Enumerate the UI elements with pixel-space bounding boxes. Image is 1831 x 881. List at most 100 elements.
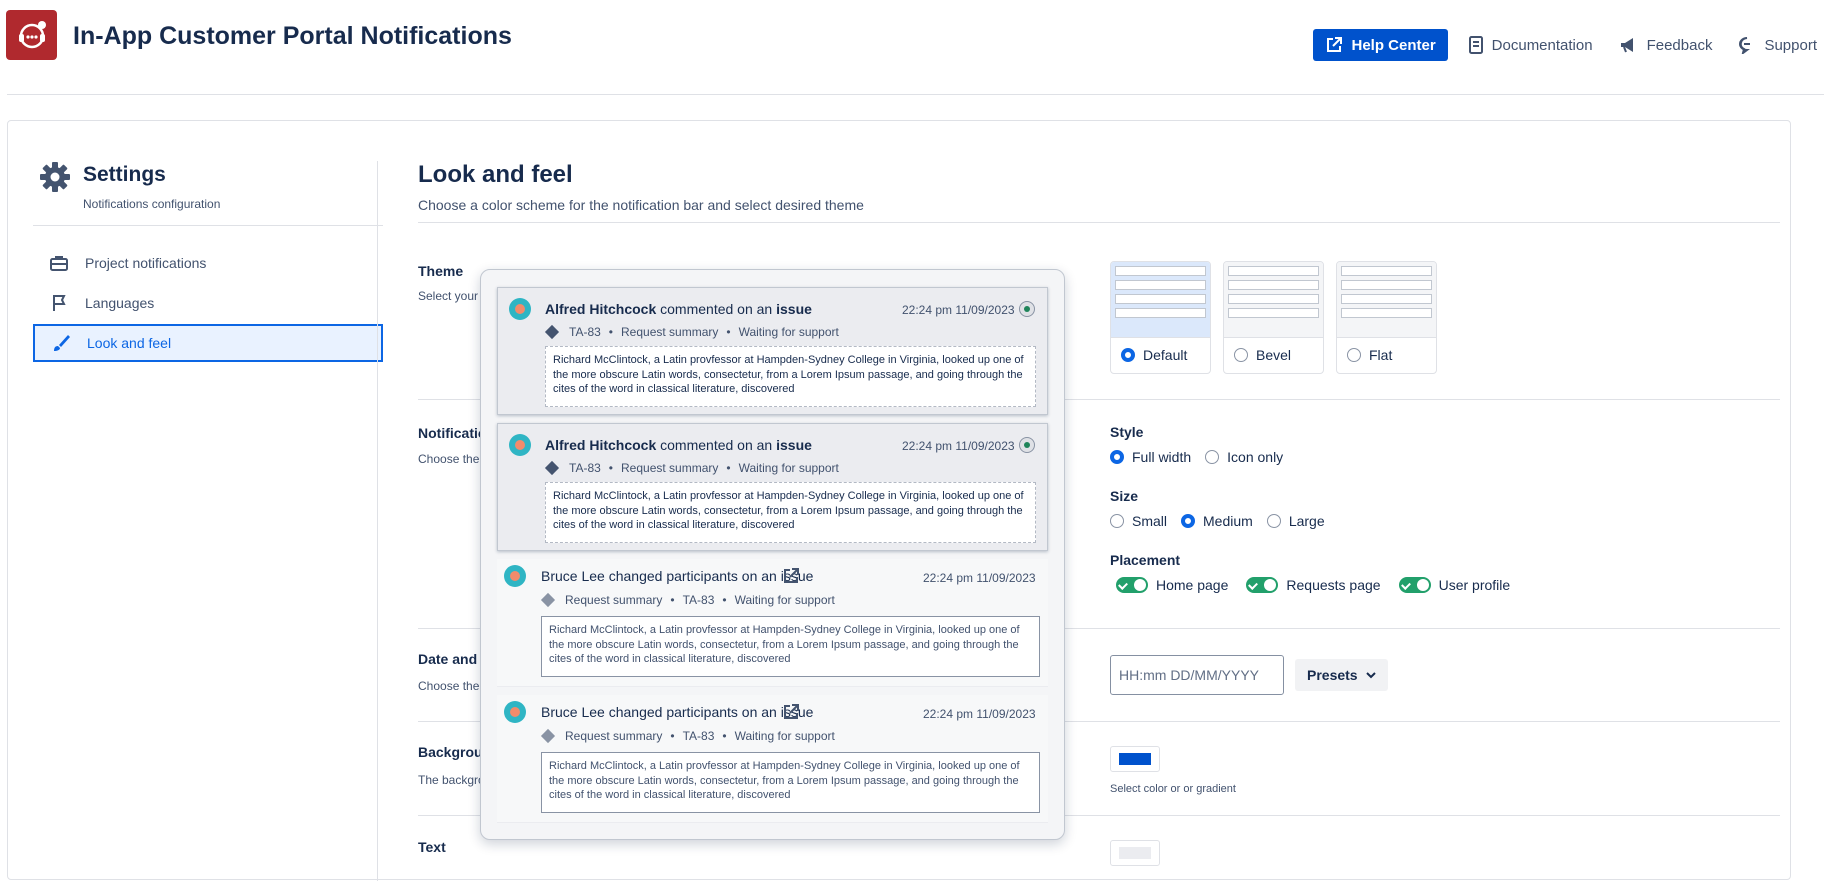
notification-section-title: Notificatio — [418, 425, 487, 441]
avatar — [509, 298, 531, 320]
placement-group: Placement Home page Requests page User p… — [1110, 552, 1510, 593]
notification-item[interactable]: Bruce Lee changed participants on an iss… — [497, 695, 1048, 823]
issue-type-icon — [540, 728, 556, 744]
notification-item[interactable]: Alfred Hitchcock commented on an issue 2… — [497, 287, 1048, 415]
chevron-down-icon — [1365, 672, 1376, 679]
top-nav: Help Center Documentation Feedback Suppo… — [1313, 29, 1823, 61]
request-status: Waiting for support — [738, 461, 839, 475]
notification-time: 22:24 pm 11/09/2023 — [923, 571, 1036, 585]
notification-object: issue — [776, 437, 812, 453]
placement-toggle-requests-page[interactable]: Requests page — [1246, 577, 1381, 593]
issue-key[interactable]: TA-83 — [683, 729, 715, 743]
date-format-input[interactable]: HH:mm DD/MM/YYYY — [1110, 655, 1284, 695]
unread-indicator[interactable] — [1019, 437, 1035, 453]
placement-option-label: User profile — [1438, 577, 1511, 593]
notification-section-subtitle: Choose the — [418, 452, 480, 466]
background-color-picker[interactable] — [1110, 746, 1160, 772]
presets-dropdown[interactable]: Presets — [1295, 659, 1388, 691]
size-option-label: Medium — [1203, 513, 1253, 529]
help-center-label: Help Center — [1351, 36, 1436, 54]
notification-item[interactable]: Bruce Lee changed participants on an iss… — [497, 559, 1048, 687]
notification-time: 22:24 pm 11/09/2023 — [923, 707, 1036, 721]
size-option-small[interactable]: Small — [1110, 513, 1167, 529]
theme-card-bevel[interactable]: Bevel — [1223, 261, 1324, 374]
section-divider — [418, 222, 1780, 223]
documentation-link[interactable]: Documentation — [1462, 29, 1599, 61]
request-status: Waiting for support — [734, 593, 835, 607]
unread-indicator[interactable] — [1019, 301, 1035, 317]
issue-key[interactable]: TA-83 — [569, 461, 601, 475]
notification-body: Richard McClintock, a Latin provfessor a… — [545, 482, 1036, 543]
theme-radio-flat[interactable] — [1347, 348, 1361, 362]
notification-headline: Alfred Hitchcock commented on an issue — [545, 437, 812, 453]
header-divider — [7, 94, 1824, 95]
notification-body: Richard McClintock, a Latin provfessor a… — [545, 346, 1036, 407]
sidebar-item-languages[interactable]: Languages — [33, 284, 383, 322]
top-bar: In-App Customer Portal Notifications Hel… — [0, 0, 1831, 95]
issue-type-icon — [544, 324, 560, 340]
sidebar-vertical-divider — [377, 161, 378, 881]
style-option-full-width[interactable]: Full width — [1110, 449, 1191, 465]
theme-preview — [1111, 262, 1210, 338]
size-option-label: Large — [1288, 513, 1325, 529]
external-link-icon[interactable] — [782, 703, 800, 721]
app-title: In-App Customer Portal Notifications — [73, 22, 512, 50]
notification-meta: Request summary • TA-83 • Waiting for supp… — [540, 592, 835, 608]
size-group: Size Small Medium Large — [1110, 488, 1325, 529]
theme-radio-bevel[interactable] — [1234, 348, 1248, 362]
feedback-link[interactable]: Feedback — [1613, 29, 1719, 61]
settings-header: Settings Notifications configuration — [33, 161, 383, 211]
theme-radio-default[interactable] — [1121, 348, 1135, 362]
sidebar-item-look-and-feel[interactable]: Look and feel — [33, 324, 383, 362]
notification-headline: Alfred Hitchcock commented on an issue — [545, 301, 812, 317]
sidebar-divider — [33, 225, 383, 226]
size-option-label: Small — [1132, 513, 1168, 529]
notification-body: Richard McClintock, a Latin provfessor a… — [541, 616, 1040, 677]
avatar — [504, 701, 526, 723]
sidebar-item-label: Languages — [85, 295, 155, 311]
size-option-large[interactable]: Large — [1266, 513, 1325, 529]
presets-label: Presets — [1307, 667, 1358, 683]
notification-user: Alfred Hitchcock — [545, 437, 657, 453]
theme-label-bevel: Bevel — [1256, 347, 1292, 363]
notification-action: commented on an — [660, 301, 773, 317]
feedback-label: Feedback — [1646, 36, 1713, 54]
issue-key[interactable]: TA-83 — [683, 593, 715, 607]
headset-chat-icon — [18, 21, 46, 49]
chat-icon — [1739, 37, 1751, 54]
documentation-label: Documentation — [1491, 36, 1593, 54]
placement-option-label: Requests page — [1286, 577, 1381, 593]
background-color-hint: Select color or or gradient — [1110, 783, 1236, 795]
style-label: Style — [1110, 424, 1144, 440]
notification-headline: Bruce Lee changed participants on an iss… — [541, 704, 814, 720]
settings-subtitle: Notifications configuration — [83, 197, 221, 211]
size-option-medium[interactable]: Medium — [1181, 513, 1253, 529]
sidebar: Settings Notifications configuration Pro… — [33, 161, 383, 364]
placement-toggle-home-page[interactable]: Home page — [1116, 577, 1228, 593]
briefcase-icon — [50, 256, 68, 271]
notification-action: commented on an — [660, 437, 773, 453]
support-label: Support — [1764, 36, 1817, 54]
theme-card-flat[interactable]: Flat — [1336, 261, 1437, 374]
page-title: Look and feel — [418, 161, 573, 188]
placement-toggle-user-profile[interactable]: User profile — [1398, 577, 1511, 593]
sidebar-item-project-notifications[interactable]: Project notifications — [33, 244, 383, 282]
theme-card-default[interactable]: Default — [1110, 261, 1211, 374]
request-summary: Request summary — [565, 729, 663, 743]
document-icon — [1468, 36, 1483, 54]
background-section-subtitle: The backgro — [418, 773, 485, 787]
external-link-icon[interactable] — [782, 567, 800, 585]
style-option-icon-only[interactable]: Icon only — [1205, 449, 1283, 465]
issue-key[interactable]: TA-83 — [569, 325, 601, 339]
support-link[interactable]: Support — [1732, 29, 1823, 61]
gear-icon — [40, 162, 70, 192]
help-center-button[interactable]: Help Center — [1313, 29, 1448, 61]
issue-type-icon — [544, 460, 560, 476]
notification-body: Richard McClintock, a Latin provfessor a… — [541, 752, 1040, 813]
app-logo — [6, 10, 57, 60]
notification-item[interactable]: Alfred Hitchcock commented on an issue 2… — [497, 423, 1048, 551]
request-summary: Request summary — [621, 461, 719, 475]
text-color-picker[interactable] — [1110, 840, 1160, 866]
theme-preview — [1224, 262, 1323, 338]
avatar — [504, 565, 526, 587]
